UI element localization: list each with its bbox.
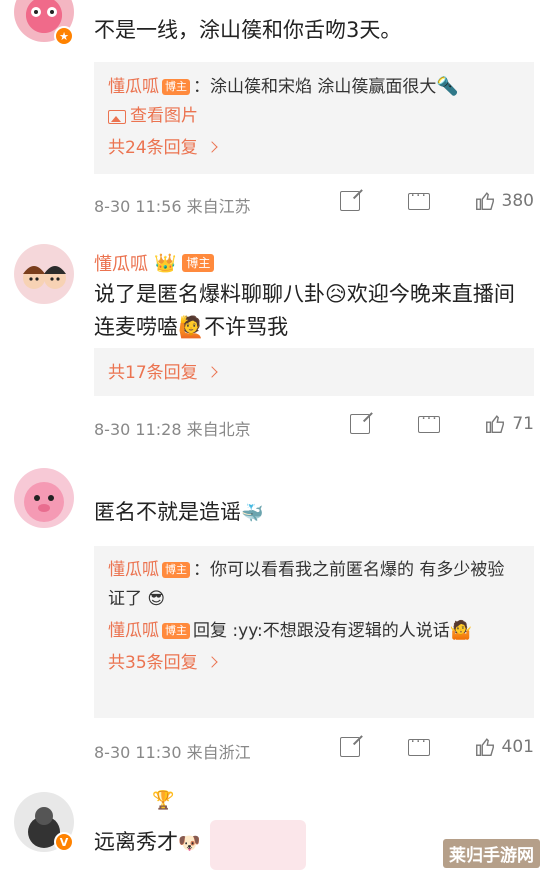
reply-box[interactable]: 懂瓜呱 博主 ：你可以看看我之前匿名爆的 有多少被验证了 😎 懂瓜呱 博主 回复 :yy… (94, 546, 534, 718)
reply-line[interactable]: 懂瓜呱 博主 回复 :yy:不想跟没有逻辑的人说话🤷 (108, 616, 520, 646)
reply-line[interactable]: 懂瓜呱 博主 ：涂山篌和宋焰 涂山篌赢面很大🔦 (108, 72, 520, 102)
like-button[interactable]: 71 (484, 413, 534, 435)
like-count: 71 (512, 414, 534, 434)
comment-time: 8-30 11:56 (94, 197, 182, 216)
like-button[interactable]: 380 (474, 190, 534, 212)
comment-actions: 380 (336, 188, 534, 212)
comment-actions: 401 (336, 734, 534, 758)
reply-author[interactable]: 懂瓜呱 (108, 77, 159, 97)
reply-button[interactable] (406, 734, 430, 756)
comment-text-body: 匿名不就是造谣 (94, 500, 241, 524)
chevron-right-icon (205, 656, 218, 668)
like-count: 401 (501, 737, 534, 757)
share-button[interactable] (346, 414, 371, 434)
reply-line[interactable]: 懂瓜呱 博主 ：你可以看看我之前匿名爆的 有多少被验证了 😎 (108, 556, 520, 614)
author-name[interactable]: 懂瓜呱 (94, 250, 148, 276)
comment-meta: 8-30 11:28 来自北京 (94, 416, 251, 440)
comment-author[interactable]: 懂瓜呱 👑 博主 (94, 250, 215, 276)
watermark: 莱归手游网 (443, 839, 540, 868)
chevron-right-icon (205, 366, 218, 378)
comment-1: ★ 不是一线，涂山篌和你舌吻3天。 懂瓜呱 博主 ：涂山篌和宋焰 涂山篌赢面很大🔦 … (0, 0, 550, 225)
like-button[interactable]: 401 (474, 736, 534, 758)
chevron-right-icon (205, 141, 218, 153)
share-button[interactable] (336, 737, 360, 757)
image-icon (108, 109, 126, 124)
comment-location: 来自浙江 (186, 743, 251, 762)
blogger-tag: 博主 (182, 254, 215, 272)
verified-badge-icon: V (54, 832, 74, 852)
avatar[interactable] (14, 468, 74, 528)
torch-icon: 🔦 (436, 76, 459, 97)
comment-text: 说了是匿名爆料聊聊八卦😥欢迎今晚来直播间连麦唠嗑🙋不许骂我 (94, 282, 515, 339)
reply-text: ：涂山篌和宋焰 涂山篌赢面很大 (193, 77, 437, 97)
blogger-tag: 博主 (162, 623, 190, 639)
crown-icon: 👑 (154, 252, 177, 274)
more-replies-link[interactable]: 共35条回复 (108, 648, 520, 678)
blogger-tag: 博主 (162, 562, 190, 578)
reply-author[interactable]: 懂瓜呱 (108, 621, 159, 641)
view-image-link[interactable]: 查看图片 (108, 102, 520, 131)
comment-time: 8-30 11:28 (94, 420, 182, 439)
comment-time: 8-30 11:30 (94, 743, 182, 762)
more-replies-label: 共24条回复 (108, 138, 198, 158)
blogger-tag: 博主 (162, 79, 190, 95)
thumbs-up-icon (475, 192, 494, 210)
comment-text: 不是一线，涂山篌和你舌吻3天。 (94, 18, 402, 42)
reply-box[interactable]: 懂瓜呱 博主 ：涂山篌和宋焰 涂山篌赢面很大🔦 查看图片 共24条回复 (94, 62, 534, 174)
avatar[interactable] (14, 244, 74, 304)
share-icon (339, 737, 360, 757)
thumbs-up-icon (475, 738, 494, 756)
verified-badge-icon: ★ (54, 26, 74, 46)
reply-button[interactable] (406, 188, 430, 210)
more-replies-link[interactable]: 共17条回复 (108, 358, 520, 388)
comment-text: 匿名不就是造谣🐳 (94, 496, 534, 530)
comment-2: 懂瓜呱 👑 博主 说了是匿名爆料聊聊八卦😥欢迎今晚来直播间连麦唠嗑🙋不许骂我 共1… (0, 236, 550, 454)
comment-location: 来自北京 (186, 420, 251, 439)
comment-icon (418, 411, 441, 433)
comment-icon (407, 734, 430, 756)
share-icon (350, 414, 371, 434)
comment-icon (407, 188, 430, 210)
emoji-icon: 🐳 (241, 503, 264, 524)
share-icon (339, 191, 360, 211)
like-count: 380 (501, 191, 534, 211)
avatar-image (24, 482, 64, 522)
reply-author[interactable]: 懂瓜呱 (108, 560, 159, 580)
share-button[interactable] (336, 191, 360, 211)
comment-meta: 8-30 11:30 来自浙江 (94, 739, 251, 763)
comment-actions: 71 (346, 411, 534, 435)
reply-text: 回复 :yy:不想跟没有逻辑的人说话 (193, 621, 450, 641)
thumbs-up-icon (486, 415, 505, 433)
emoji-icon: 🐶 (178, 833, 201, 854)
view-image-label: 查看图片 (130, 106, 198, 126)
comment-meta: 8-30 11:56 来自江苏 (94, 193, 251, 217)
reply-box[interactable]: 共17条回复 (94, 348, 534, 396)
comment-location: 来自江苏 (186, 197, 251, 216)
avatar-image (23, 266, 66, 289)
reply-button[interactable] (416, 411, 441, 433)
comment-3: 匿名不就是造谣🐳 懂瓜呱 博主 ：你可以看看我之前匿名爆的 有多少被验证了 😎 懂瓜… (0, 460, 550, 776)
more-replies-link[interactable]: 共24条回复 (108, 133, 520, 163)
more-replies-label: 共17条回复 (108, 363, 198, 383)
comment-text-body: 远离秀才 (94, 830, 178, 854)
blurred-region (210, 820, 306, 870)
emoji-icon: 🤷 (449, 620, 473, 641)
more-replies-label: 共35条回复 (108, 653, 198, 673)
badge-icon: 🏆 (152, 790, 175, 811)
